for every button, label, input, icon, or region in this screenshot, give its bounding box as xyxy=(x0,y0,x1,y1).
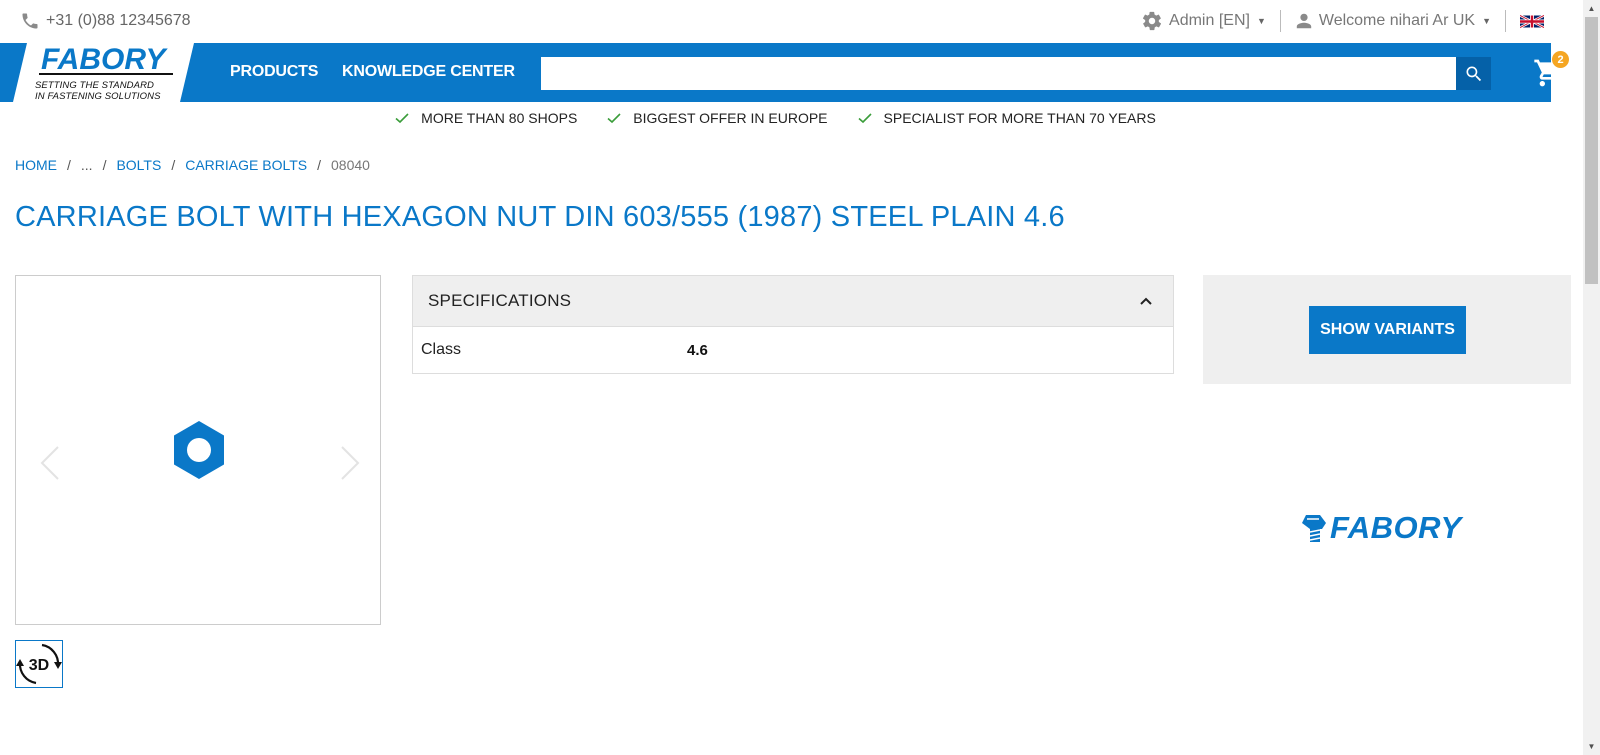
phone-number: +31 (0)88 12345678 xyxy=(46,12,191,29)
specifications-toggle[interactable]: SPECIFICATIONS xyxy=(413,276,1173,327)
page-title: CARRIAGE BOLT WITH HEXAGON NUT DIN 603/5… xyxy=(15,201,1065,233)
main-navbar: FABORY SETTING THE STANDARD IN FASTENING… xyxy=(0,43,1569,102)
cart-count-badge: 2 xyxy=(1552,51,1569,68)
fabory-bolt-logo-icon xyxy=(1302,515,1326,542)
welcome-label: Welcome nihari Ar UK xyxy=(1318,12,1476,29)
nav-knowledge-center[interactable]: KNOWLEDGE CENTER xyxy=(342,63,515,81)
chevron-down-icon: ▼ xyxy=(1482,16,1491,26)
usp-bar: MORE THAN 80 SHOPS BIGGEST OFFER IN EURO… xyxy=(0,110,1551,126)
language-selector[interactable] xyxy=(1505,10,1558,32)
specifications-panel: SPECIFICATIONS Class 4.6 xyxy=(412,275,1174,374)
phone-contact[interactable]: +31 (0)88 12345678 xyxy=(20,11,191,31)
3d-view-thumbnail[interactable]: 3D xyxy=(15,640,63,688)
phone-icon xyxy=(22,13,38,29)
search-icon xyxy=(1466,66,1481,81)
breadcrumb-separator: / xyxy=(171,157,176,173)
3d-rotate-icon: 3D xyxy=(16,643,62,685)
cart-button[interactable]: 2 xyxy=(1533,51,1569,89)
breadcrumb-separator: / xyxy=(67,157,71,173)
usp-item: BIGGEST OFFER IN EUROPE xyxy=(607,110,828,126)
logo-tagline-line2: IN FASTENING SOLUTIONS xyxy=(35,91,161,102)
checkmark-icon xyxy=(395,113,409,124)
logo-underline xyxy=(39,73,173,75)
chevron-up-icon xyxy=(1140,297,1152,305)
breadcrumb-home[interactable]: HOME xyxy=(15,157,57,173)
breadcrumb-bolts[interactable]: BOLTS xyxy=(116,157,161,173)
gear-icon xyxy=(1142,11,1162,31)
search-input[interactable] xyxy=(541,57,1456,90)
breadcrumb-separator: / xyxy=(102,157,107,173)
uk-flag-icon xyxy=(1520,14,1544,28)
variants-panel: SHOW VARIANTS xyxy=(1203,275,1571,384)
hexagon-nut-image xyxy=(174,421,224,479)
top-utility-bar: +31 (0)88 12345678 Admin [EN] ▼ Welcome … xyxy=(0,0,1583,43)
scroll-down-arrow-icon[interactable]: ▼ xyxy=(1583,738,1600,755)
spec-label: Class xyxy=(421,341,462,358)
admin-label: Admin [EN] xyxy=(1169,12,1250,29)
specifications-heading: SPECIFICATIONS xyxy=(428,291,572,310)
chevron-left-icon[interactable] xyxy=(36,443,64,483)
checkmark-icon xyxy=(607,113,621,124)
breadcrumb-ellipsis[interactable]: ... xyxy=(81,157,93,173)
checkmark-icon xyxy=(857,113,872,124)
user-icon xyxy=(1296,13,1312,29)
brand-wordmark: FABORY xyxy=(1330,510,1462,545)
nav-products[interactable]: PRODUCTS xyxy=(230,63,318,81)
brand-logo: FABORY xyxy=(1298,510,1462,546)
usp-label: SPECIALIST FOR MORE THAN 70 YEARS xyxy=(883,110,1156,126)
spec-value: 4.6 xyxy=(687,341,708,359)
scroll-up-arrow-icon[interactable]: ▲ xyxy=(1583,0,1600,17)
chevron-down-icon: ▼ xyxy=(1256,16,1266,26)
breadcrumb-carriage-bolts[interactable]: CARRIAGE BOLTS xyxy=(185,157,307,173)
thumb-3d-label: 3D xyxy=(29,657,49,674)
scrollbar-thumb[interactable] xyxy=(1585,17,1598,284)
admin-language-menu[interactable]: Admin [EN] ▼ xyxy=(1127,10,1280,32)
usp-label: BIGGEST OFFER IN EUROPE xyxy=(633,110,828,126)
logo-wordmark: FABORY xyxy=(41,43,166,76)
breadcrumb-separator: / xyxy=(317,157,321,173)
breadcrumb-current: 08040 xyxy=(331,157,370,173)
usp-label: MORE THAN 80 SHOPS xyxy=(421,110,578,126)
user-account-menu[interactable]: Welcome nihari Ar UK ▼ xyxy=(1279,10,1505,32)
search-button[interactable] xyxy=(1456,57,1491,90)
chevron-right-icon[interactable] xyxy=(336,443,364,483)
product-image-gallery xyxy=(15,275,381,625)
fabory-header-logo[interactable]: FABORY SETTING THE STANDARD IN FASTENING… xyxy=(13,43,194,102)
spec-row: Class 4.6 xyxy=(413,327,1173,373)
breadcrumb: HOME / ... / BOLTS / CARRIAGE BOLTS / 08… xyxy=(15,157,370,173)
usp-item: SPECIALIST FOR MORE THAN 70 YEARS xyxy=(857,110,1156,126)
logo-tagline-line1: SETTING THE STANDARD xyxy=(35,80,154,91)
show-variants-button[interactable]: SHOW VARIANTS xyxy=(1309,306,1466,354)
usp-item: MORE THAN 80 SHOPS xyxy=(395,110,577,126)
page-scrollbar[interactable]: ▲ ▼ xyxy=(1583,0,1600,755)
